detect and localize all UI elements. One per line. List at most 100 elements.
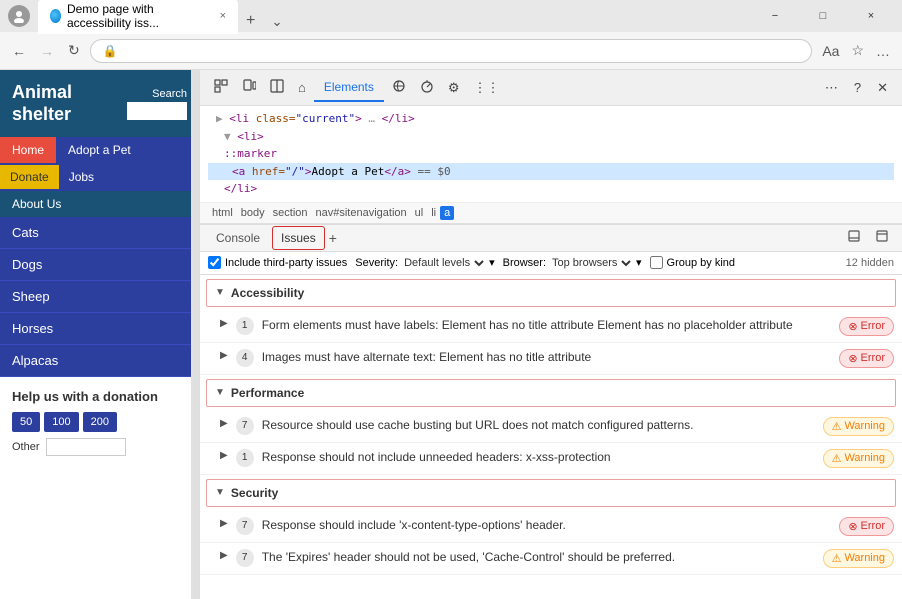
maximize-button[interactable]: □ — [800, 2, 846, 30]
about-nav-item[interactable]: About Us — [0, 191, 199, 217]
bc-section[interactable]: section — [269, 205, 312, 221]
group-by-kind-checkbox[interactable] — [650, 256, 663, 269]
expand-icon-row6[interactable]: ▶ — [220, 550, 228, 561]
bc-li[interactable]: li — [427, 205, 440, 221]
warning-badge-3: ⚠ Warning — [823, 549, 894, 568]
help-button[interactable]: ? — [848, 76, 867, 100]
site-title: Animal shelter — [12, 82, 72, 125]
bc-a-selected[interactable]: a — [440, 206, 454, 220]
dom-area: ▶ <li class="current"> … </li> ▼ <li> ::… — [200, 106, 902, 203]
title-bar: Demo page with accessibility iss... × + … — [0, 0, 902, 32]
tab-title: Demo page with accessibility iss... — [67, 2, 210, 30]
warning-icon-1: ⚠ — [832, 420, 842, 433]
animal-list: Cats Dogs Sheep Horses Alpacas — [0, 217, 199, 377]
expand-icon-2[interactable]: ▼ — [224, 130, 231, 143]
tab-close-button[interactable]: × — [220, 10, 226, 22]
elements-tab[interactable]: Elements — [314, 74, 384, 102]
third-party-checkbox-label[interactable]: Include third-party issues — [208, 256, 347, 269]
amount-200-button[interactable]: 200 — [83, 412, 117, 432]
severity-chevron-icon: ▾ — [489, 256, 495, 269]
expand-icon[interactable]: ▶ — [216, 112, 223, 125]
main-nav: Home Adopt a Pet Donate Jobs About Us — [0, 137, 199, 217]
panel-layout-button[interactable] — [264, 75, 290, 100]
performance-button[interactable] — [414, 75, 440, 100]
accessibility-section-header[interactable]: ▼ Accessibility — [206, 279, 896, 307]
issues-list: ▼ Accessibility ▶ 1 Form elements must h… — [200, 275, 902, 599]
sheep-item[interactable]: Sheep — [0, 281, 199, 313]
performance-section-title: Performance — [231, 386, 304, 400]
alpacas-item[interactable]: Alpacas — [0, 345, 199, 377]
amount-50-button[interactable]: 50 — [12, 412, 40, 432]
close-button[interactable]: × — [848, 2, 894, 30]
back-button[interactable]: ← — [8, 39, 30, 63]
close-devtools-button[interactable]: ✕ — [871, 76, 894, 100]
device-toolbar-button[interactable] — [236, 75, 262, 100]
nav-row-1: Home Adopt a Pet — [0, 137, 199, 163]
amount-100-button[interactable]: 100 — [44, 412, 78, 432]
network-button[interactable] — [386, 75, 412, 100]
group-by-kind-label[interactable]: Group by kind — [650, 256, 735, 269]
dom-line-2: ▼ <li> — [208, 128, 894, 146]
issues-tab[interactable]: Issues — [272, 226, 325, 250]
site-header: Animal shelter Search — [0, 70, 199, 137]
expand-button[interactable] — [870, 226, 894, 249]
tab-list-chevron[interactable]: ⌄ — [263, 10, 290, 34]
performance-section-header[interactable]: ▼ Performance — [206, 379, 896, 407]
more-button[interactable]: … — [872, 38, 894, 63]
settings-button[interactable]: ⚙ — [442, 76, 466, 100]
refresh-button[interactable]: ↻ — [64, 38, 84, 63]
add-tab-button[interactable]: + — [329, 230, 337, 246]
security-toggle-icon[interactable]: ▼ — [215, 487, 225, 498]
inspect-element-button[interactable] — [208, 75, 234, 100]
browser-select[interactable]: Top browsers All browsers — [548, 256, 634, 270]
dom-line-5: </li> — [208, 180, 894, 198]
favorites-button[interactable]: ☆ — [847, 38, 868, 63]
more-options-button[interactable]: ⋯ — [819, 76, 844, 100]
expand-icon-row5[interactable]: ▶ — [220, 518, 228, 529]
jobs-nav-item[interactable]: Jobs — [59, 165, 104, 189]
bc-html[interactable]: html — [208, 205, 237, 221]
search-input[interactable] — [127, 102, 187, 120]
bc-body[interactable]: body — [237, 205, 269, 221]
more-tools-button[interactable]: ⋮⋮ — [468, 76, 506, 100]
performance-toggle-icon[interactable]: ▼ — [215, 387, 225, 398]
address-bar[interactable]: 🔒 — [90, 39, 813, 63]
expand-icon-row4[interactable]: ▶ — [220, 450, 228, 461]
accessibility-section-title: Accessibility — [231, 286, 304, 300]
expand-icon-row3[interactable]: ▶ — [220, 418, 228, 429]
profile-avatar[interactable] — [8, 5, 30, 27]
minimize-button[interactable]: − — [752, 2, 798, 30]
cats-item[interactable]: Cats — [0, 217, 199, 249]
adopt-nav-item[interactable]: Adopt a Pet — [56, 137, 143, 163]
severity-select[interactable]: Default levels All levels — [400, 256, 487, 270]
browser-chevron-icon: ▾ — [636, 256, 642, 269]
console-tab-bar: Console Issues + — [200, 224, 902, 252]
expand-icon-row2[interactable]: ▶ — [220, 350, 228, 361]
dom-line-4[interactable]: <a href="/">Adopt a Pet</a> == $0 — [208, 163, 894, 181]
home-button[interactable]: ⌂ — [292, 76, 312, 99]
forward-button[interactable]: → — [36, 39, 58, 63]
home-nav-item[interactable]: Home — [0, 137, 56, 163]
bc-nav[interactable]: nav#sitenavigation — [312, 205, 411, 221]
search-label: Search — [152, 88, 187, 100]
other-row: Other — [12, 438, 187, 456]
security-section-header[interactable]: ▼ Security — [206, 479, 896, 507]
accessibility-toggle-icon[interactable]: ▼ — [215, 287, 225, 298]
other-amount-input[interactable] — [46, 438, 126, 456]
expand-icon-row1[interactable]: ▶ — [220, 318, 228, 329]
bc-ul[interactable]: ul — [411, 205, 428, 221]
active-tab[interactable]: Demo page with accessibility iss... × — [38, 0, 238, 34]
browser-filter: Browser: Top browsers All browsers ▾ — [503, 256, 642, 270]
devtools-toolbar: ⌂ Elements ⚙ ⋮⋮ ⋯ ? ✕ — [200, 70, 902, 106]
error-badge-2: ⊗ Error — [839, 349, 894, 368]
horses-item[interactable]: Horses — [0, 313, 199, 345]
dogs-item[interactable]: Dogs — [0, 249, 199, 281]
console-tab[interactable]: Console — [208, 227, 268, 249]
issues-toolbar: Include third-party issues Severity: Def… — [200, 252, 902, 275]
third-party-checkbox[interactable] — [208, 256, 221, 269]
nav-icons: Aa ☆ … — [818, 38, 894, 63]
read-aloud-button[interactable]: Aa — [818, 38, 843, 63]
dock-button[interactable] — [842, 226, 866, 249]
donate-nav-item[interactable]: Donate — [0, 165, 59, 189]
new-tab-button[interactable]: + — [238, 8, 263, 34]
